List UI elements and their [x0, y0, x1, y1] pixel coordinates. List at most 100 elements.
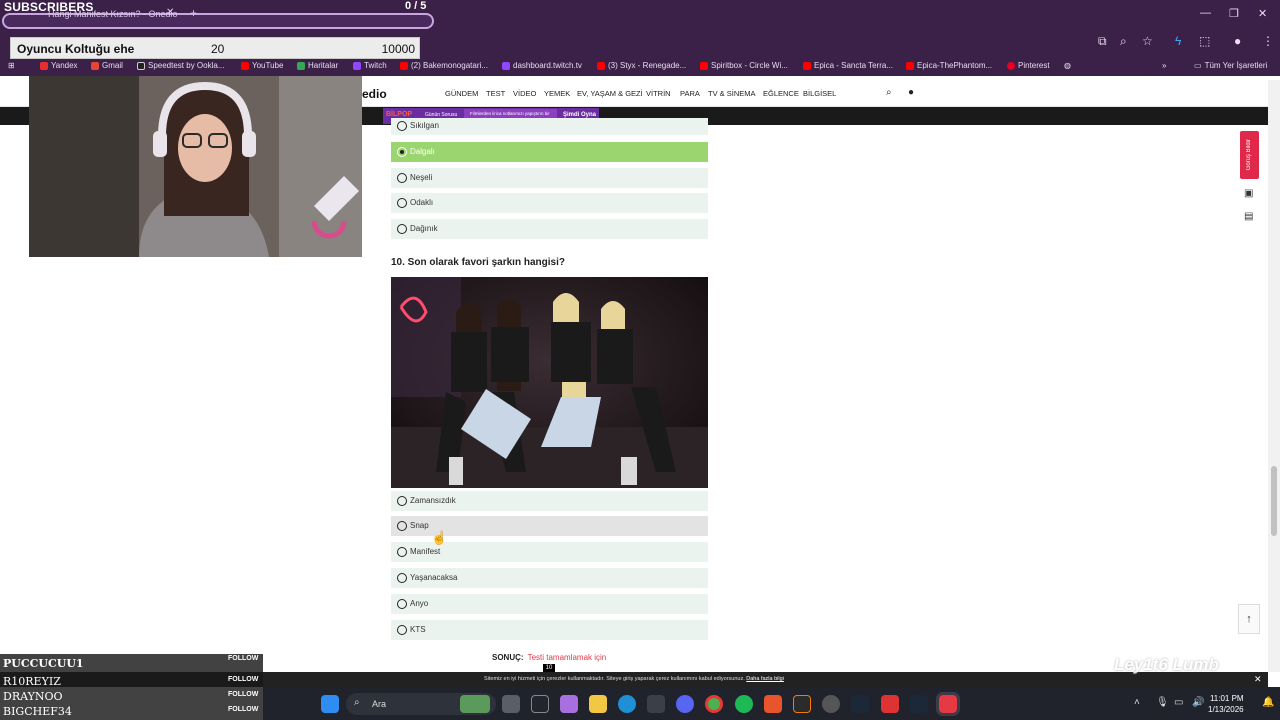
menu-test[interactable]: TEST	[486, 89, 505, 98]
bookmark-gmail[interactable]: Gmail	[91, 61, 123, 70]
menu-ev-yasam[interactable]: EV, YAŞAM & GEZİ	[577, 89, 643, 98]
globe-icon[interactable]: ◍	[1064, 61, 1071, 70]
copilot-icon[interactable]	[560, 695, 578, 713]
group-photo	[391, 277, 708, 488]
weather-widget-icon[interactable]	[460, 695, 490, 713]
minimize-icon[interactable]: —	[1200, 7, 1211, 19]
menu-vitrin[interactable]: VİTRİN	[646, 89, 671, 98]
bookmark-epica-sancta[interactable]: Epica - Sancta Terra...	[803, 61, 893, 70]
speedtest-icon	[137, 61, 145, 70]
bookmark-bakemonogatari[interactable]: (2) Bakemonogatari...	[400, 61, 488, 70]
yandex-icon	[40, 61, 48, 70]
bookmark-all[interactable]: ▭ Tüm Yer İşaretleri	[1194, 61, 1267, 70]
comment-icon[interactable]: ▤	[1244, 211, 1253, 222]
extension-icon[interactable]: ϟ	[1175, 34, 1181, 48]
chrome-icon[interactable]	[705, 695, 723, 713]
option-kts[interactable]: KTS	[391, 620, 708, 640]
widgets-icon[interactable]	[531, 695, 549, 713]
mic-icon[interactable]: 🎙	[1156, 697, 1169, 708]
scrollbar-thumb[interactable]	[1271, 466, 1277, 536]
result-value[interactable]: Testi tamamlamak için	[528, 653, 607, 662]
chevron-right-icon[interactable]: »	[1162, 61, 1166, 70]
search-icon[interactable]: ⌕	[886, 87, 892, 98]
bookmark-twitch[interactable]: Twitch	[353, 61, 387, 70]
app-red-icon[interactable]	[881, 695, 899, 713]
webcam-feed	[29, 76, 362, 257]
option-dalgali[interactable]: Dalgalı	[391, 142, 708, 162]
option-daginik[interactable]: Dağınık	[391, 219, 708, 239]
app-icon[interactable]	[793, 695, 811, 713]
cookie-close-icon[interactable]: ✕	[1254, 674, 1262, 685]
radio-icon	[397, 547, 407, 557]
bookmark-maps[interactable]: Haritalar	[297, 61, 338, 70]
option-sikilgan[interactable]: Sıkılgan	[391, 118, 708, 135]
radio-selected-icon	[397, 147, 407, 157]
menu-tv-sinema[interactable]: TV & SİNEMA	[708, 89, 756, 98]
edge-icon[interactable]	[618, 695, 636, 713]
bookmark-icon[interactable]: ▣	[1244, 188, 1253, 199]
site-logo[interactable]: edio	[362, 87, 387, 101]
star-icon[interactable]: ☆	[1142, 34, 1153, 48]
bookmark-styx[interactable]: (3) Styx - Renegade...	[597, 61, 686, 70]
close-icon[interactable]: ✕	[166, 7, 174, 18]
radio-icon	[397, 521, 407, 531]
bookmark-epica-phantom[interactable]: Epica-ThePhantom...	[906, 61, 992, 70]
scrollbar[interactable]	[1268, 80, 1280, 672]
file-explorer-icon[interactable]	[589, 695, 607, 713]
goal-current: 20	[211, 42, 225, 56]
discord-icon[interactable]	[676, 695, 694, 713]
window-close-icon[interactable]: ✕	[1258, 7, 1267, 20]
zoom-icon[interactable]: ⌕	[1120, 34, 1127, 49]
radio-icon	[397, 625, 407, 635]
bookmark-dashboard[interactable]: dashboard.twitch.tv	[502, 61, 582, 70]
ad-brand: BİLPOP	[386, 111, 413, 118]
brave-icon[interactable]	[764, 695, 782, 713]
avatar[interactable]: ●	[1234, 34, 1241, 48]
bookmark-pinterest[interactable]: Pinterest	[1007, 61, 1050, 70]
task-view-icon[interactable]	[502, 695, 520, 713]
windows-start-icon[interactable]	[321, 695, 339, 713]
scroll-top-button[interactable]: ↑	[1238, 604, 1260, 634]
menu-icon[interactable]: ⋮	[1262, 34, 1274, 48]
feedback-button[interactable]: Görüş Bildir	[1240, 131, 1259, 179]
option-odakli[interactable]: Odaklı	[391, 193, 708, 213]
bookmark-spiritbox[interactable]: Spiritbox - Circle Wi...	[700, 61, 788, 70]
taskbar-clock[interactable]: 11:01 PM 1/13/2026	[1208, 693, 1244, 715]
chevron-up-icon[interactable]: ˄	[1134, 697, 1140, 708]
bookmark-speedtest[interactable]: Speedtest by Ookla...	[137, 61, 225, 70]
obs-icon[interactable]	[822, 695, 840, 713]
puzzle-icon[interactable]: ⬚	[1199, 34, 1210, 48]
maximize-icon[interactable]: ❐	[1229, 7, 1239, 20]
option-label: Anyo	[410, 599, 429, 608]
menu-gundem[interactable]: GÜNDEM	[445, 89, 478, 98]
install-icon[interactable]: ⧉	[1098, 34, 1107, 49]
store-icon[interactable]	[647, 695, 665, 713]
option-label: Zamansızdık	[410, 496, 456, 505]
menu-yemek[interactable]: YEMEK	[544, 89, 570, 98]
user-icon[interactable]: ●	[908, 87, 914, 98]
option-zamansizdik[interactable]: Zamansızdık	[391, 491, 708, 511]
option-neseli[interactable]: Neşeli	[391, 168, 708, 188]
follower-name: R10REYIZ	[3, 675, 61, 688]
apps-icon[interactable]: ⊞	[8, 61, 15, 70]
bookmark-youtube[interactable]: YouTube	[241, 61, 283, 70]
result-label: SONUÇ:	[492, 653, 524, 662]
steam-alt-icon[interactable]	[910, 695, 928, 713]
notification-icon[interactable]: 🔔	[1262, 697, 1274, 708]
volume-icon[interactable]: 🔊	[1192, 697, 1204, 708]
menu-video[interactable]: VİDEO	[513, 89, 536, 98]
radio-icon	[397, 496, 407, 506]
option-yasanacaksa[interactable]: Yaşanacaksa	[391, 568, 708, 588]
menu-bilgisel[interactable]: BİLGİSEL	[803, 89, 836, 98]
active-app-icon[interactable]	[936, 692, 960, 716]
network-icon[interactable]: ▭	[1174, 697, 1183, 708]
new-tab-icon[interactable]: +	[190, 6, 197, 20]
bookmark-yandex[interactable]: Yandex	[40, 61, 78, 70]
menu-eglence[interactable]: EĞLENCE	[763, 89, 799, 98]
menu-para[interactable]: PARA	[680, 89, 700, 98]
steam-icon[interactable]	[851, 695, 869, 713]
option-label: KTS	[410, 625, 426, 634]
cookie-link[interactable]: Daha fazla bilgi	[746, 676, 784, 682]
option-anyo[interactable]: Anyo	[391, 594, 708, 614]
spotify-icon[interactable]	[735, 695, 753, 713]
